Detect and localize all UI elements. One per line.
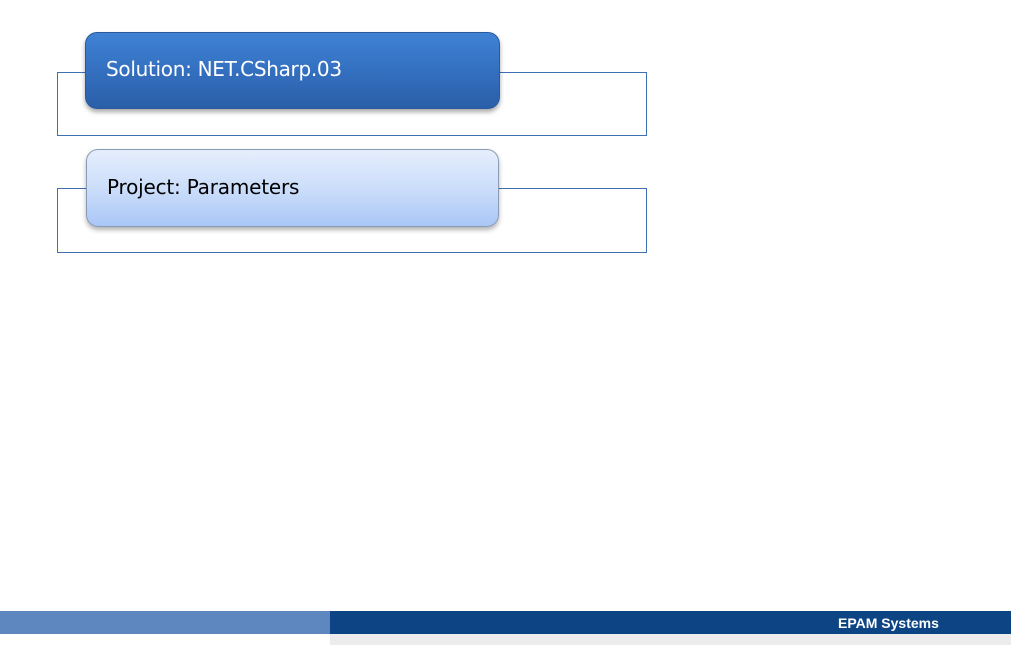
footer-strip xyxy=(330,634,1011,645)
project-label: Project: Parameters xyxy=(107,175,300,199)
solution-box: Solution: NET.CSharp.03 xyxy=(85,32,500,109)
project-box: Project: Parameters xyxy=(86,149,499,227)
solution-label: Solution: NET.CSharp.03 xyxy=(106,57,342,81)
footer-bar-left xyxy=(0,611,330,634)
footer-brand: EPAM Systems xyxy=(838,615,939,631)
